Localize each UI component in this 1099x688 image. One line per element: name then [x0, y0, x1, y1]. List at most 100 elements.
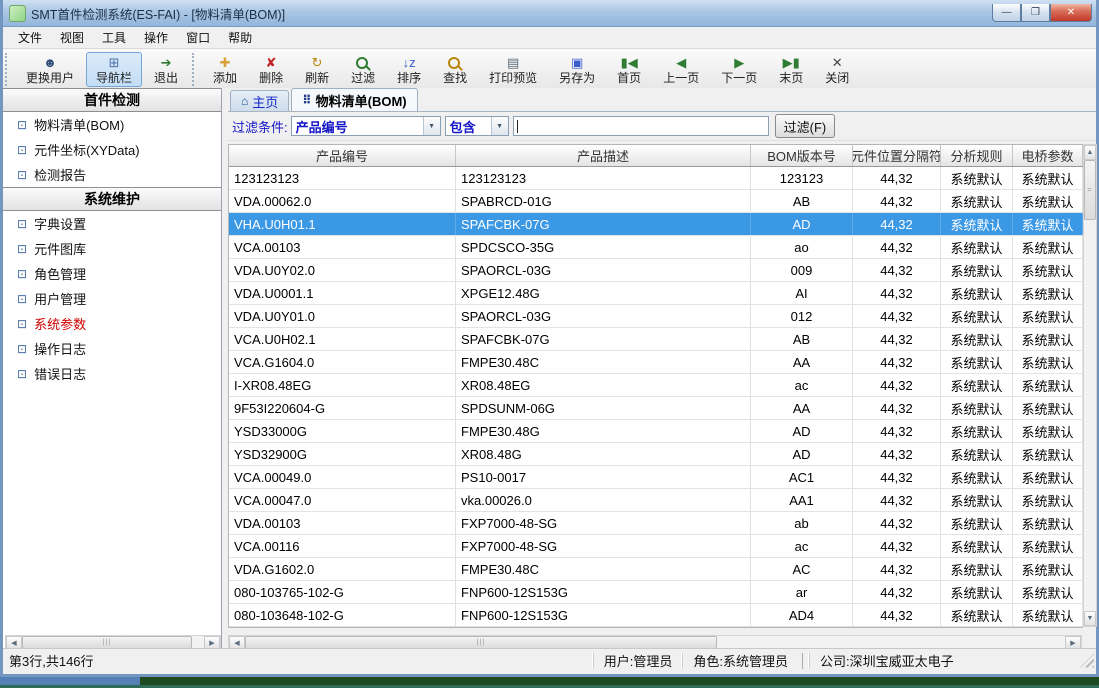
add-button[interactable]: ✚添加 [203, 52, 247, 87]
refresh-button[interactable]: ↻刷新 [295, 52, 339, 87]
cell-col-bridge-params: 系统默认 [1013, 236, 1083, 258]
minimize-button[interactable]: — [992, 4, 1021, 22]
table-row[interactable]: VCA.00047.0vka.00026.0AA144,32系统默认系统默认 [229, 489, 1083, 512]
table-row[interactable]: VDA.U0001.1XPGE12.48GAI44,32系统默认系统默认 [229, 282, 1083, 305]
tree-node-icon: ⊡ [17, 342, 27, 356]
first-page-button[interactable]: ▮◀首页 [607, 52, 651, 87]
find-button[interactable]: 查找 [433, 52, 477, 87]
cell-col-bom-version: AC [751, 558, 853, 580]
filter-value-input[interactable] [513, 116, 769, 136]
menu-file[interactable]: 文件 [9, 27, 51, 48]
switch-user-button[interactable]: ☻更换用户 [16, 52, 84, 87]
sidebar-item-bom-label: 物料清单(BOM) [34, 115, 124, 134]
tab-home[interactable]: ⌂主页 [230, 90, 289, 111]
table-row[interactable]: VCA.00049.0PS10-0017AC144,32系统默认系统默认 [229, 466, 1083, 489]
close-button[interactable]: ✕ [1050, 4, 1092, 22]
resize-grip[interactable] [1080, 654, 1094, 668]
navbar-toggle-button[interactable]: ⊞导航栏 [86, 52, 142, 87]
cell-col-bridge-params: 系统默认 [1013, 305, 1083, 327]
last-page-button[interactable]: ▶▮末页 [769, 52, 813, 87]
sidebar-item-error-log[interactable]: ⊡错误日志 [3, 361, 221, 386]
menu-window[interactable]: 窗口 [177, 27, 219, 48]
cell-col-analysis-rule: 系统默认 [941, 466, 1013, 488]
sidebar-item-bom[interactable]: ⊡物料清单(BOM) [3, 112, 221, 137]
close-tab-button[interactable]: ✕关闭 [815, 52, 859, 87]
sidebar-item-dictionary[interactable]: ⊡字典设置 [3, 211, 221, 236]
table-row[interactable]: VDA.00103FXP7000-48-SGab44,32系统默认系统默认 [229, 512, 1083, 535]
table-row[interactable]: VHA.U0H01.1SPAFCBK-07GAD44,32系统默认系统默认 [229, 213, 1083, 236]
sidebar-item-xydata[interactable]: ⊡元件坐标(XYData) [3, 137, 221, 162]
filter-operator-select[interactable]: 包含 ▼ [445, 116, 509, 136]
col-analysis-rule[interactable]: 分析规则 [941, 145, 1013, 166]
table-row[interactable]: 080-103648-102-GFNP600-12S153GAD444,32系统… [229, 604, 1083, 627]
col-product-desc[interactable]: 产品描述 [456, 145, 751, 166]
table-row[interactable]: VCA.00116FXP7000-48-SGac44,32系统默认系统默认 [229, 535, 1083, 558]
cell-col-analysis-rule: 系统默认 [941, 328, 1013, 350]
sidebar-item-component-library[interactable]: ⊡元件图库 [3, 236, 221, 261]
filter-field-select[interactable]: 产品编号 ▼ [291, 116, 441, 136]
sidebar-item-user-management[interactable]: ⊡用户管理 [3, 286, 221, 311]
table-row[interactable]: VDA.U0Y01.0SPAORCL-03G01244,32系统默认系统默认 [229, 305, 1083, 328]
tree-node-icon: ⊡ [17, 168, 27, 182]
col-bom-version[interactable]: BOM版本号 [751, 145, 853, 166]
filter-icon [356, 57, 368, 69]
sidebar-item-operation-log[interactable]: ⊡操作日志 [3, 336, 221, 361]
table-vscrollbar[interactable]: ▲ = ▼ [1083, 144, 1097, 627]
apply-filter-button[interactable]: 过滤(F) [775, 114, 836, 138]
table-row[interactable]: VCA.G1604.0FMPE30.48CAA44,32系统默认系统默认 [229, 351, 1083, 374]
table-row[interactable]: 080-103765-102-GFNP600-12S153Gar44,32系统默… [229, 581, 1083, 604]
chevron-down-icon[interactable]: ▼ [423, 117, 440, 135]
delete-button[interactable]: ✘删除 [249, 52, 293, 87]
section-first-article[interactable]: 首件检测 [3, 88, 221, 112]
table-row[interactable]: I-XR08.48EGXR08.48EGac44,32系统默认系统默认 [229, 374, 1083, 397]
print-preview-button[interactable]: ▤打印预览 [479, 52, 547, 87]
col-position-separator[interactable]: 元件位置分隔符 [853, 145, 941, 166]
menu-help[interactable]: 帮助 [219, 27, 261, 48]
table-row[interactable]: VDA.G1602.0FMPE30.48CAC44,32系统默认系统默认 [229, 558, 1083, 581]
table-header-row: 产品编号产品描述BOM版本号元件位置分隔符分析规则电桥参数 [229, 145, 1083, 167]
table-row[interactable]: VCA.00103SPDCSCO-35Gao44,32系统默认系统默认 [229, 236, 1083, 259]
table-row[interactable]: VDA.U0Y02.0SPAORCL-03G00944,32系统默认系统默认 [229, 259, 1083, 282]
sidebar-item-system-params[interactable]: ⊡系统参数 [3, 311, 221, 336]
restore-button[interactable]: ❐ [1021, 4, 1050, 22]
filter-button[interactable]: 过滤 [341, 52, 385, 87]
scroll-down-icon[interactable]: ▼ [1084, 611, 1096, 626]
table-row[interactable]: 9F53I220604-GSPDSUNM-06GAA44,32系统默认系统默认 [229, 397, 1083, 420]
cell-col-position-separator: 44,32 [853, 351, 941, 373]
cell-col-bridge-params: 系统默认 [1013, 374, 1083, 396]
cell-col-product-desc: SPAFCBK-07G [456, 328, 751, 350]
scroll-up-icon[interactable]: ▲ [1084, 145, 1096, 160]
table-row[interactable]: VDA.00062.0SPABRCD-01GAB44,32系统默认系统默认 [229, 190, 1083, 213]
chevron-down-icon[interactable]: ▼ [491, 117, 508, 135]
sidebar-item-role-management[interactable]: ⊡角色管理 [3, 261, 221, 286]
cell-col-product-desc: XPGE12.48G [456, 282, 751, 304]
cell-col-bom-version: AC1 [751, 466, 853, 488]
next-page-button[interactable]: ▶下一页 [711, 52, 767, 87]
menu-view[interactable]: 视图 [51, 27, 93, 48]
cell-col-analysis-rule: 系统默认 [941, 558, 1013, 580]
col-bridge-params[interactable]: 电桥参数 [1013, 145, 1083, 166]
table-row[interactable]: YSD33000GFMPE30.48GAD44,32系统默认系统默认 [229, 420, 1083, 443]
prev-page-button[interactable]: ◀上一页 [653, 52, 709, 87]
tab-bom[interactable]: ⠿物料清单(BOM) [291, 88, 417, 111]
exit-button[interactable]: ➔退出 [144, 52, 188, 87]
table-row[interactable]: YSD32900GXR08.48GAD44,32系统默认系统默认 [229, 443, 1083, 466]
table-row[interactable]: VCA.U0H02.1SPAFCBK-07GAB44,32系统默认系统默认 [229, 328, 1083, 351]
sidebar-item-report[interactable]: ⊡检测报告 [3, 162, 221, 187]
cell-col-analysis-rule: 系统默认 [941, 282, 1013, 304]
cell-col-bom-version: AB [751, 328, 853, 350]
cell-col-bom-version: 009 [751, 259, 853, 281]
table-vscroll-thumb[interactable]: = [1084, 160, 1096, 220]
cell-col-bom-version: AI [751, 282, 853, 304]
menu-operate[interactable]: 操作 [135, 27, 177, 48]
cell-col-bridge-params: 系统默认 [1013, 604, 1083, 626]
save-as-button[interactable]: ▣另存为 [549, 52, 605, 87]
cell-col-product-no: 080-103648-102-G [229, 604, 456, 626]
table-row[interactable]: 12312312312312312312312344,32系统默认系统默认 [229, 167, 1083, 190]
menu-tools[interactable]: 工具 [93, 27, 135, 48]
cell-col-position-separator: 44,32 [853, 604, 941, 626]
section-system-maintenance[interactable]: 系统维护 [3, 187, 221, 211]
col-product-no[interactable]: 产品编号 [229, 145, 456, 166]
cell-col-bom-version: ac [751, 535, 853, 557]
sort-button[interactable]: ↓z排序 [387, 52, 431, 87]
